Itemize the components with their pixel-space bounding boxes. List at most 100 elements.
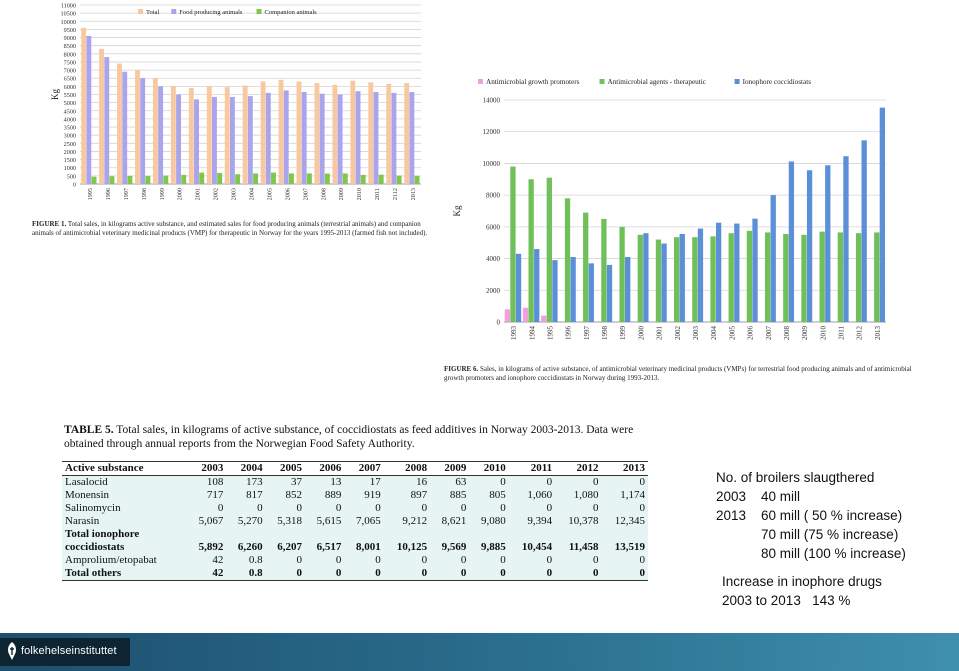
column-header-year: 2003 <box>186 461 227 476</box>
table-cell: 0 <box>508 567 556 581</box>
x-tick-label: 2007 <box>765 326 773 341</box>
bar-antimicrobial-agents-therapeutic-2013 <box>874 232 880 322</box>
bar-antimicrobial-agents-therapeutic-2009 <box>801 234 807 322</box>
row-label-cell: Monensin <box>65 489 109 501</box>
bar-food-producing-animals-1999 <box>158 86 164 184</box>
bar-total-2013 <box>404 83 410 184</box>
table-cell: 10,125 <box>396 541 428 553</box>
y-tick-label: 4000 <box>486 255 501 263</box>
bar-food-producing-animals-2011 <box>373 92 379 184</box>
bar-antimicrobial-agents-therapeutic-1994 <box>528 179 534 322</box>
table-cell: 9,885 <box>481 541 506 553</box>
broiler-notes: No. of broilers slaugthered 2003 40 mill… <box>716 470 906 561</box>
y-tick-label: 5500 <box>64 92 76 99</box>
bar-food-producing-animals-2000 <box>176 94 182 184</box>
table-row: Narasin 5,067 5,270 5,318 5,615 7,065 9,212 8,6… <box>62 515 648 528</box>
bar-antimicrobial-agents-therapeutic-2008 <box>783 233 789 322</box>
table-cell: 0 <box>421 502 428 514</box>
table-cell: 0 <box>257 502 263 514</box>
row-label-cell: Narasin <box>65 515 100 527</box>
table-cell: 0.8 <box>226 567 266 581</box>
x-tick-label: 1993 <box>510 326 518 341</box>
bar-companion-animals-1995 <box>91 176 97 184</box>
table-cell: 11,458 <box>568 541 599 553</box>
y-tick-label: 10000 <box>483 160 501 168</box>
table-cell: 1,080 <box>573 489 599 501</box>
footer-logo-text: folkehelseinstituttet <box>21 645 117 657</box>
table-cell: 885 <box>449 489 467 501</box>
bar-antimicrobial-growth-promoters-1994 <box>522 307 529 322</box>
table-cell: 0 <box>639 502 646 514</box>
y-tick-label: 7500 <box>64 59 76 66</box>
figure-1-caption-label: FIGURE 1. <box>32 220 67 228</box>
column-header-year: 2004 <box>226 461 266 476</box>
x-tick-label: 2008 <box>320 188 327 200</box>
bar-companion-animals-2005 <box>271 172 276 184</box>
x-tick-label: 2009 <box>801 326 809 341</box>
bar-ionophore-coccidiostats-2009 <box>806 170 813 322</box>
table-cell: 5,318 <box>277 515 302 527</box>
x-tick-label: 1997 <box>123 188 130 200</box>
table-cell: 8,621 <box>441 515 467 527</box>
legend-label: Total <box>146 9 159 16</box>
x-tick-label: 2010 <box>356 188 363 200</box>
table-cell: 12,345 <box>614 515 645 527</box>
table-cell: 0 <box>601 567 648 581</box>
table-cell: 5,270 <box>237 515 263 527</box>
bar-food-producing-animals-1997 <box>122 71 128 184</box>
table-cell: 9,569 <box>441 541 467 553</box>
bar-total-2000 <box>170 86 176 184</box>
x-tick-label: 1996 <box>565 326 573 341</box>
table-cell: 5,615 <box>316 515 342 527</box>
figure-1-caption: FIGURE 1. Total sales, in kilograms acti… <box>32 220 432 238</box>
bar-companion-animals-1997 <box>127 175 133 184</box>
column-header-year: 2005 <box>265 461 305 476</box>
table-cell: 10,454 <box>521 541 553 553</box>
table-cell: 0 <box>460 502 467 514</box>
y-tick-label: 10000 <box>61 19 76 26</box>
x-tick-label: 2009 <box>338 188 345 200</box>
bar-total-2004 <box>242 85 248 184</box>
table-cell: 0 <box>430 567 470 581</box>
bar-ionophore-coccidiostats-2001 <box>661 243 667 322</box>
bar-total-1998 <box>135 70 140 184</box>
table-cell: 0 <box>500 476 506 488</box>
bar-food-producing-animals-2001 <box>194 99 199 184</box>
bar-antimicrobial-agents-therapeutic-2005 <box>728 233 734 322</box>
y-tick-label: 8500 <box>64 43 76 50</box>
table-cell: 108 <box>206 476 224 488</box>
footer-bar <box>0 633 959 671</box>
table-cell: 805 <box>489 489 506 501</box>
y-tick-label: 9500 <box>64 27 76 34</box>
table-cell: 5,892 <box>198 541 224 553</box>
table-cell: 889 <box>324 489 342 501</box>
table-row: Salinomycin 0 0 0 0 0 0 0 0 0 0 0 <box>62 502 648 515</box>
table-cell: 0 <box>217 502 224 514</box>
bar-ionophore-coccidiostats-2010 <box>825 165 831 322</box>
figure-1-chart: 0500100015002000250030003500400045005000… <box>50 3 421 200</box>
bar-companion-animals-2004 <box>253 173 258 184</box>
bar-antimicrobial-agents-therapeutic-2003 <box>692 237 698 322</box>
legend-label: Antimicrobial growth promoters <box>486 78 580 86</box>
bar-ionophore-coccidiostats-2006 <box>752 218 758 322</box>
bar-antimicrobial-agents-therapeutic-1998 <box>601 218 607 322</box>
x-tick-label: 2013 <box>410 188 417 200</box>
y-tick-label: 6500 <box>64 76 76 83</box>
table-cell: 7,065 <box>355 515 381 527</box>
bar-antimicrobial-agents-therapeutic-1993 <box>510 166 516 322</box>
table-cell: 17 <box>369 476 381 488</box>
figure-6-caption-text: Sales, in kilograms of active substance,… <box>444 365 912 382</box>
bar-ionophore-coccidiostats-2007 <box>770 195 776 322</box>
column-header-year: 2010 <box>469 461 509 476</box>
table-cell: 0 <box>460 554 467 566</box>
table-header-row: Active substance 2003 2004 2005 2006 2007 2008… <box>62 461 648 476</box>
x-tick-label: 2003 <box>692 326 700 341</box>
table-cell <box>430 528 469 541</box>
y-tick-label: 2000 <box>64 149 76 156</box>
x-tick-label: 2008 <box>783 326 791 341</box>
table-cell: 1,060 <box>527 489 553 501</box>
x-tick-label: 2011 <box>838 326 846 340</box>
table-cell: 0 <box>265 567 305 581</box>
table-cell <box>226 528 265 541</box>
institute-logo-icon <box>8 642 16 660</box>
